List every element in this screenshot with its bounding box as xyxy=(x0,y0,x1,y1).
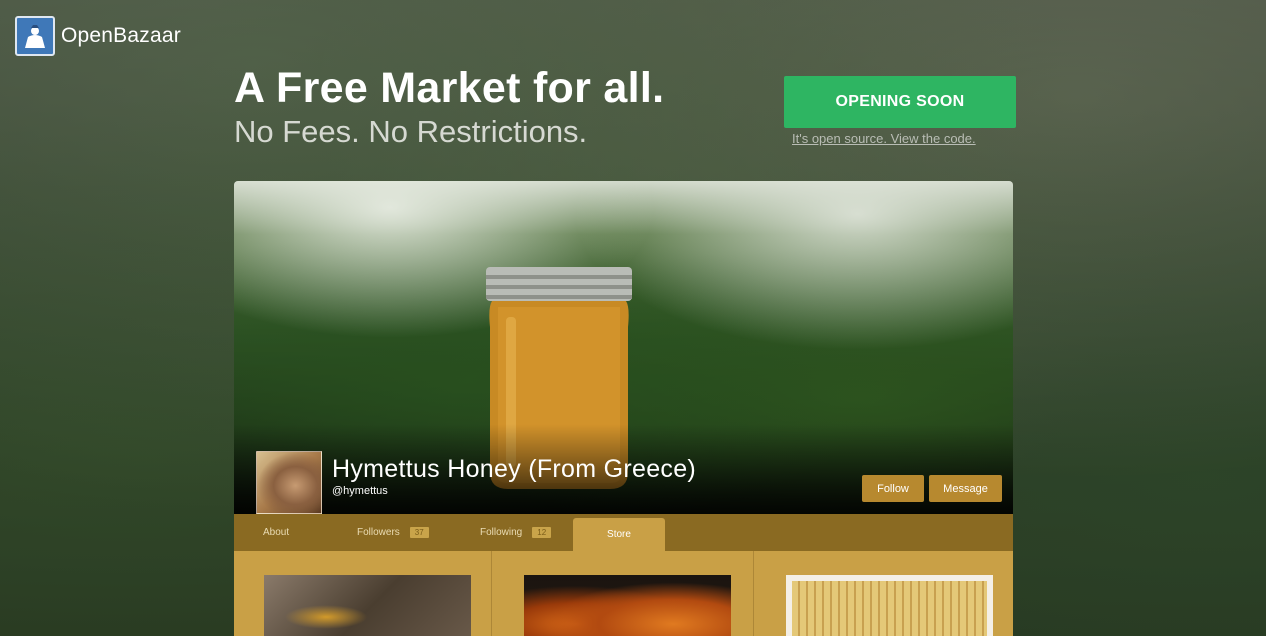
tab-about-label: About xyxy=(263,527,290,538)
store-avatar[interactable] xyxy=(256,451,322,514)
tab-followers-label: Followers xyxy=(357,527,400,538)
tab-store[interactable]: Store xyxy=(573,518,665,551)
tab-store-label: Store xyxy=(607,529,631,540)
product-card[interactable] xyxy=(757,551,1013,636)
tab-about[interactable]: About xyxy=(263,514,289,551)
tab-following[interactable]: Following 12 xyxy=(480,514,552,551)
store-banner-image: Hymettus Honey (From Greece) @hymettus F… xyxy=(234,181,1013,514)
product-card[interactable] xyxy=(234,551,492,636)
follow-button[interactable]: Follow xyxy=(862,475,924,502)
tab-following-label: Following xyxy=(480,527,523,538)
view-source-link[interactable]: It's open source. View the code. xyxy=(792,131,976,146)
store-name: Hymettus Honey (From Greece) xyxy=(332,455,697,483)
openbazaar-logo-icon xyxy=(15,16,55,56)
page-subheadline: No Fees. No Restrictions. xyxy=(234,114,588,149)
message-button[interactable]: Message xyxy=(929,475,1002,502)
product-image[interactable] xyxy=(524,575,731,636)
opening-soon-button[interactable]: OPENING SOON xyxy=(784,76,1016,128)
store-tabs: About Followers 37 Following 12 Store xyxy=(234,514,1013,551)
store-preview-card: Hymettus Honey (From Greece) @hymettus F… xyxy=(234,181,1013,636)
product-card[interactable] xyxy=(496,551,754,636)
product-image[interactable] xyxy=(786,575,993,636)
store-handle: @hymettus xyxy=(332,485,388,497)
followers-count-badge: 37 xyxy=(409,527,429,538)
page-headline: A Free Market for all. xyxy=(234,64,665,112)
brand-name: OpenBazaar xyxy=(61,24,181,47)
tab-followers[interactable]: Followers 37 xyxy=(357,514,429,551)
brand-logo[interactable]: OpenBazaar xyxy=(15,16,181,56)
following-count-badge: 12 xyxy=(532,527,552,538)
product-image[interactable] xyxy=(264,575,471,636)
product-grid xyxy=(234,551,1013,636)
